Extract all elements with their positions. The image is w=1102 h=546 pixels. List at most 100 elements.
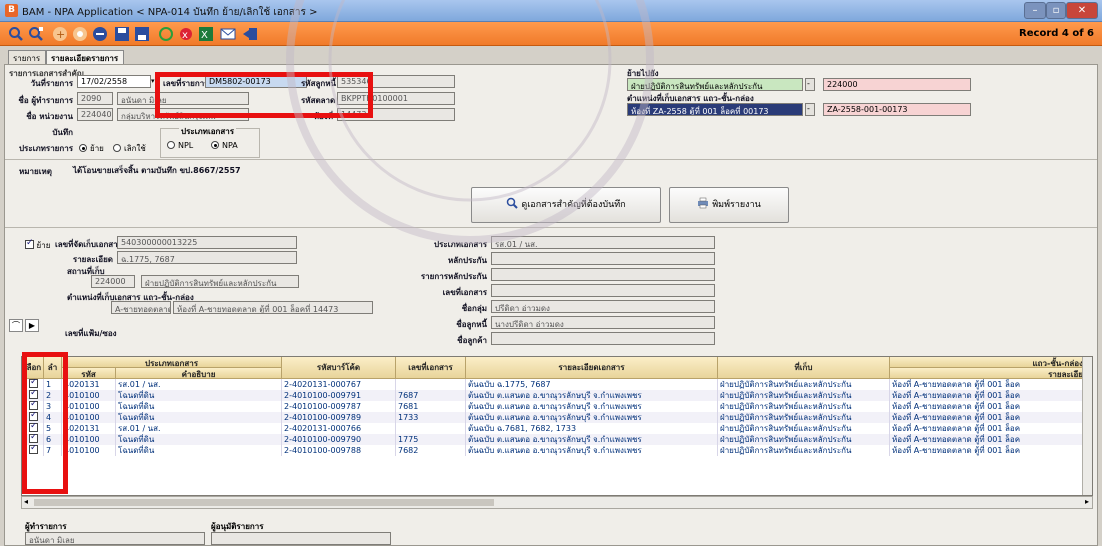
type-move-radio[interactable]: ย้าย xyxy=(79,142,104,155)
doctype-npl-radio[interactable]: NPL xyxy=(167,141,193,150)
cell-detail: ต้นฉบับ ต.แสนตอ อ.ขาณุวรลักษบุรี จ.กำแพง… xyxy=(466,445,718,456)
refresh-icon[interactable] xyxy=(158,26,174,42)
cell-code: 4010100 xyxy=(62,412,116,423)
nav-first-button[interactable]: ⌒ xyxy=(9,319,23,332)
table-row[interactable]: 44010100โฉนดที่ดิน2-4010100-0097891733ต้… xyxy=(22,412,1092,423)
record-indicator: Record 4 of 6 xyxy=(1019,28,1094,39)
cell-store: ฝ่ายปฏิบัติการสินทรัพย์และหลักประกัน xyxy=(718,445,890,456)
unit-label: ชื่อ หน่วยงาน xyxy=(26,112,73,121)
moveto-unit-dropdown[interactable]: - xyxy=(805,78,815,91)
cell-docno: 7687 xyxy=(396,390,466,401)
cell-store: ฝ่ายปฏิบัติการสินทรัพย์และหลักประกัน xyxy=(718,379,890,390)
docno2-field xyxy=(491,284,715,297)
highlight-docno xyxy=(155,72,373,118)
moveto-location-field[interactable]: ห้องที่ ZA-2558 ตู้ที่ 001 ล็อคที่ 00173 xyxy=(627,103,803,116)
table-row[interactable]: 54020131รส.01 / นส.2-4020131-000766ต้นฉบ… xyxy=(22,423,1092,434)
move-checkbox[interactable]: ย้าย xyxy=(25,238,50,252)
table-row[interactable]: 34010100โฉนดที่ดิน2-4010100-0097877681ต้… xyxy=(22,401,1092,412)
cell-detail: ต้นฉบับ ฉ.7681, 7682, 1733 xyxy=(466,423,718,434)
add-icon[interactable]: + xyxy=(52,26,68,42)
customer-field xyxy=(491,332,715,345)
cell-store: ฝ่ายปฏิบัติการสินทรัพย์และหลักประกัน xyxy=(718,434,890,445)
maximize-button[interactable]: ▫ xyxy=(1046,2,1066,19)
cell-barcode: 2-4010100-009790 xyxy=(282,434,396,445)
cell-barcode: 2-4010100-009789 xyxy=(282,412,396,423)
cell-loc: ห้องที่ A-ชายทอดตลาด ตู้ที่ 001 ล็อค xyxy=(890,379,1084,390)
divider xyxy=(5,159,1097,160)
email-icon[interactable] xyxy=(220,26,236,42)
date-field[interactable]: 17/02/2558 xyxy=(77,75,151,88)
scroll-right-icon[interactable]: ▸ xyxy=(1085,497,1089,506)
place-name: ฝ่ายปฏิบัติการสินทรัพย์และหลักประกัน xyxy=(141,275,299,288)
cell-loc: ห้องที่ A-ชายทอดตลาด ตู้ที่ 001 ล็อค xyxy=(890,401,1084,412)
moveto-unit-field[interactable]: ฝ่ายปฏิบัติการสินทรัพย์และหลักประกัน xyxy=(627,78,803,91)
cell-detail: ต้นฉบับ ต.แสนตอ อ.ขาณุวรลักษบุรี จ.กำแพง… xyxy=(466,434,718,445)
tab-list[interactable]: รายการ xyxy=(8,50,46,64)
detail-field: ฉ.1775, 7687 xyxy=(117,251,297,264)
doctype2-label: ประเภทเอกสาร xyxy=(433,240,487,249)
note-label: บันทึก xyxy=(52,128,73,137)
scroll-thumb[interactable] xyxy=(34,499,494,506)
tab-detail[interactable]: รายละเอียดรายการ xyxy=(46,50,124,64)
delete-icon[interactable] xyxy=(92,26,108,42)
view-documents-button[interactable]: ดูเอกสารสำคัญที่ต้องบันทึก xyxy=(471,187,661,223)
collat-list-field xyxy=(491,268,715,281)
minimize-button[interactable]: – xyxy=(1024,2,1046,19)
search-advanced-icon[interactable] xyxy=(28,26,44,42)
cell-code: 4020131 xyxy=(62,379,116,390)
cell-code: 4010100 xyxy=(62,390,116,401)
table-row[interactable]: 14020131รส.01 / นส.2-4020131-000767ต้นฉบ… xyxy=(22,379,1092,390)
operator-label: ชื่อ ผู้ทำรายการ xyxy=(18,96,73,105)
moveto-unit-code: 224000 xyxy=(823,78,971,91)
debtor-label: ชื่อลูกหนี้ xyxy=(456,320,487,329)
remark-label: หมายเหตุ xyxy=(19,167,52,176)
moveto-location-dropdown[interactable]: - xyxy=(805,103,815,116)
table-row[interactable]: 24010100โฉนดที่ดิน2-4010100-0097917687ต้… xyxy=(22,390,1092,401)
cell-desc: โฉนดที่ดิน xyxy=(116,390,282,401)
cell-docno: 7681 xyxy=(396,401,466,412)
moveto-location-code: ZA-2558-001-00173 xyxy=(823,103,971,116)
cell-code: 4010100 xyxy=(62,401,116,412)
excel-icon[interactable]: X xyxy=(198,26,214,42)
save-icon[interactable] xyxy=(114,26,130,42)
cell-barcode: 2-4010100-009787 xyxy=(282,401,396,412)
cell-desc: โฉนดที่ดิน xyxy=(116,412,282,423)
location-a: A-ชายทอดตลาด xyxy=(111,301,171,314)
cancel-icon[interactable]: x xyxy=(178,26,194,42)
cell-desc: รส.01 / นส. xyxy=(116,423,282,434)
cell-loc: ห้องที่ A-ชายทอดตลาด ตู้ที่ 001 ล็อค xyxy=(890,412,1084,423)
documents-grid: เลือก ลำ ประเภทเอกสาร รหัส คำอธิบาย รหัส… xyxy=(21,356,1093,496)
type-cancel-radio[interactable]: เลิกใช้ xyxy=(113,142,146,155)
collat-label: หลักประกัน xyxy=(447,256,487,265)
search-icon[interactable] xyxy=(8,26,24,42)
printer-icon xyxy=(697,190,709,209)
col-desc-header: คำอธิบาย xyxy=(116,368,282,379)
magnifier-icon xyxy=(506,190,519,209)
docstore-label: เลขที่จัดเก็บเอกสาร xyxy=(55,240,122,249)
scroll-left-icon[interactable]: ◂ xyxy=(24,497,28,506)
col-loc-header: แถว-ชั้น-กล่อง xyxy=(890,357,1092,368)
col-docno-header: เลขที่เอกสาร xyxy=(396,357,466,379)
horizontal-scrollbar[interactable]: ◂ ▸ xyxy=(21,496,1093,509)
svg-text:+: + xyxy=(56,28,65,41)
remark-text[interactable]: ได้โอนขายเสร็จสิ้น ตามบันทึก ขป.8667/255… xyxy=(73,164,241,177)
table-row[interactable]: 64010100โฉนดที่ดิน2-4010100-0097901775ต้… xyxy=(22,434,1092,445)
svg-text:x: x xyxy=(182,30,188,41)
docno2-label: เลขที่เอกสาร xyxy=(442,288,487,297)
edit-icon[interactable] xyxy=(72,26,88,42)
cell-desc: รส.01 / นส. xyxy=(116,379,282,390)
doctype-npa-radio[interactable]: NPA xyxy=(211,141,238,150)
unit-code: 224040 xyxy=(77,108,113,121)
group-field: ปรีดิดา อ่าวมดง xyxy=(491,300,715,313)
vertical-scrollbar[interactable] xyxy=(1082,357,1092,495)
exit-icon[interactable] xyxy=(242,26,258,42)
save-as-icon[interactable] xyxy=(134,26,150,42)
close-button[interactable]: ✕ xyxy=(1066,2,1098,19)
place-code: 224000 xyxy=(91,275,135,288)
table-row[interactable]: 74010100โฉนดที่ดิน2-4010100-0097887682ต้… xyxy=(22,445,1092,456)
print-report-button[interactable]: พิมพ์รายงาน xyxy=(669,187,789,223)
cell-docno xyxy=(396,379,466,390)
nav-next-button[interactable]: ▶ xyxy=(25,319,39,332)
cell-barcode: 2-4010100-009791 xyxy=(282,390,396,401)
operator-code: 2090 xyxy=(77,92,113,105)
